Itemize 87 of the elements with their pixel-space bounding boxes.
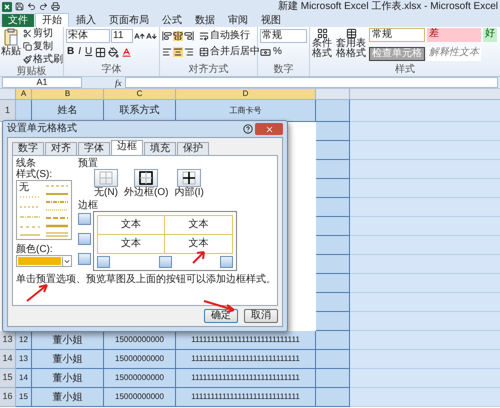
table-cell: 1111111111111111111111111111: [176, 388, 316, 407]
preset-label: 无(N): [94, 187, 118, 198]
preset-label: 外边框(O): [124, 187, 168, 198]
style-label: 样式(S):: [16, 169, 54, 180]
ribbon-tab[interactable]: 插入: [70, 14, 102, 27]
paste-button[interactable]: 粘贴: [1, 27, 21, 66]
cell-style-swatch[interactable]: 解释性文本: [427, 47, 481, 61]
format-painter-button[interactable]: 格式刷: [23, 53, 63, 66]
row-header[interactable]: 13: [0, 331, 16, 350]
preview-text: 文本: [98, 216, 165, 235]
table-cell: 13: [16, 350, 32, 369]
table-cell: 董小姐: [32, 350, 104, 369]
dialog-tab[interactable]: 数字: [12, 142, 44, 155]
group-label: 对齐方式: [188, 64, 230, 76]
row-header[interactable]: 16: [0, 388, 16, 407]
table-cell: 董小姐: [32, 388, 104, 407]
cell-style-swatch[interactable]: 常规: [369, 28, 425, 42]
preset-label: 内部(I): [174, 187, 204, 198]
group-label: 数字: [272, 64, 294, 76]
function-label[interactable]: fx: [115, 78, 122, 88]
table-cell: 工商卡号: [176, 100, 316, 122]
ribbon-tab[interactable]: 公式: [156, 14, 188, 27]
table-cell: 15: [16, 388, 32, 407]
column-header[interactable]: C: [104, 89, 176, 100]
table-format-button[interactable]: 套用表格格式: [335, 28, 367, 64]
conditional-format-button[interactable]: 条件格式: [311, 28, 333, 64]
ribbon-tab[interactable]: 审阅: [222, 14, 254, 27]
cut-button[interactable]: 剪切: [23, 27, 63, 40]
dialog-tab[interactable]: 边框: [111, 140, 143, 155]
color-label: 颜色(C):: [16, 244, 54, 255]
table-cell: 15000000000: [104, 388, 176, 407]
border-preview[interactable]: 文本 文本 文本 文本: [97, 215, 233, 254]
dialog-title: 设置单元格格式: [7, 123, 77, 135]
window-title: 新建 Microsoft Excel 工作表.xlsx - Microsoft Excel: [278, 0, 498, 12]
italic-button[interactable]: I: [77, 46, 82, 58]
cell-style-swatch[interactable]: 差: [427, 28, 481, 42]
ribbon-tab[interactable]: 页面布局: [103, 14, 155, 27]
preview-text: 文本: [98, 235, 165, 253]
font-name-field[interactable]: 宋体: [66, 29, 110, 43]
line-style-none[interactable]: 无: [19, 182, 43, 193]
name-box[interactable]: A1: [2, 77, 82, 88]
table-cell: 12: [16, 331, 32, 350]
number-format-field[interactable]: 常规: [260, 29, 307, 43]
table-cell: 1111111111111111111111111111: [176, 369, 316, 388]
column-header[interactable]: A: [16, 89, 32, 100]
ribbon-tab[interactable]: 视图: [255, 14, 287, 27]
table-cell: 1111111111111111111111111111: [176, 331, 316, 350]
table-cell: 14: [16, 369, 32, 388]
column-header[interactable]: B: [32, 89, 104, 100]
line-section-label: 线条: [16, 158, 37, 169]
underline-button[interactable]: U: [84, 46, 94, 58]
column-header[interactable]: D: [176, 89, 316, 100]
group-label: 样式: [394, 64, 416, 76]
preview-text: 文本: [165, 216, 232, 235]
cancel-button[interactable]: 取消: [244, 309, 278, 323]
dialog-tab[interactable]: 字体: [78, 142, 110, 155]
table-cell: 董小姐: [32, 331, 104, 350]
row-header[interactable]: 14: [0, 350, 16, 369]
table-cell: 15000000000: [104, 350, 176, 369]
merge-center-button[interactable]: 合并后居中: [199, 45, 260, 58]
table-cell: 1111111111111111111111111111: [176, 350, 316, 369]
dialog-tab[interactable]: 保护: [177, 142, 209, 155]
table-cell: 董小姐: [32, 369, 104, 388]
border-section-label: 边框: [78, 200, 99, 211]
preset-section-label: 预置: [78, 158, 99, 169]
file-tab[interactable]: 文件: [2, 14, 34, 27]
cell-style-swatch[interactable]: 好: [483, 28, 497, 42]
table-cell: 15000000000: [104, 331, 176, 350]
bold-button[interactable]: B: [66, 46, 76, 58]
hint-text: 单击预置选项、预览草图及上面的按钮可以添加边框样式。: [16, 274, 274, 286]
row-header[interactable]: 1: [0, 100, 16, 122]
table-cell: 15000000000: [104, 369, 176, 388]
wrap-text-button[interactable]: 自动换行: [199, 29, 250, 42]
row-header[interactable]: 15: [0, 369, 16, 388]
table-cell: 联系方式: [104, 100, 176, 122]
table-cell: 姓名: [32, 100, 104, 122]
copy-button[interactable]: 复制: [23, 40, 63, 53]
ribbon-tab[interactable]: 数据: [189, 14, 221, 27]
preview-text: 文本: [188, 236, 210, 251]
dialog-tab[interactable]: 对齐: [45, 142, 77, 155]
line-style-list[interactable]: 无: [16, 180, 72, 240]
dialog-tab[interactable]: 填充: [144, 142, 176, 155]
group-label: 剪贴板: [16, 66, 48, 78]
ribbon-tab[interactable]: 开始: [35, 13, 69, 27]
font-size-field[interactable]: 11: [111, 29, 133, 43]
group-label: 字体: [100, 64, 122, 76]
percent-button[interactable]: %: [273, 46, 282, 58]
